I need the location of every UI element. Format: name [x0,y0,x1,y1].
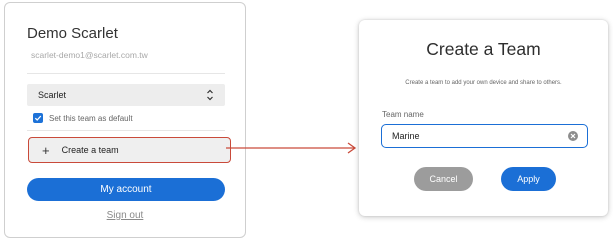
default-team-checkbox[interactable] [33,113,43,123]
chevron-updown-icon [207,89,213,101]
team-select-value: Scarlet [38,90,67,100]
account-name: Demo Scarlet [27,25,118,42]
apply-button[interactable]: Apply [501,167,556,191]
team-name-field[interactable] [381,124,588,148]
plus-icon: + [42,142,50,158]
dialog-description: Create a team to add your own device and… [405,80,562,86]
close-icon [570,133,576,139]
sign-out-link[interactable]: Sign out [5,210,245,221]
create-team-button[interactable]: + Create a team [28,137,231,163]
default-team-row: Set this team as default [33,113,133,123]
my-account-button[interactable]: My account [27,178,225,201]
create-team-label: Create a team [61,145,119,155]
clear-icon[interactable] [568,131,578,141]
create-team-dialog: Create a Team Create a team to add your … [359,20,608,216]
team-name-input[interactable] [392,131,552,141]
team-select[interactable]: Scarlet [27,84,225,106]
account-panel: Demo Scarlet scarlet-demo1@scarlet.com.t… [4,2,246,238]
divider [27,73,225,74]
account-email: scarlet-demo1@scarlet.com.tw [31,50,148,60]
default-team-label: Set this team as default [49,113,133,123]
check-icon [34,115,42,121]
team-name-label: Team name [382,110,424,119]
dialog-title: Create a Team [426,39,541,59]
cancel-button[interactable]: Cancel [414,167,473,191]
divider [27,130,225,131]
arrow-connector [226,142,357,154]
